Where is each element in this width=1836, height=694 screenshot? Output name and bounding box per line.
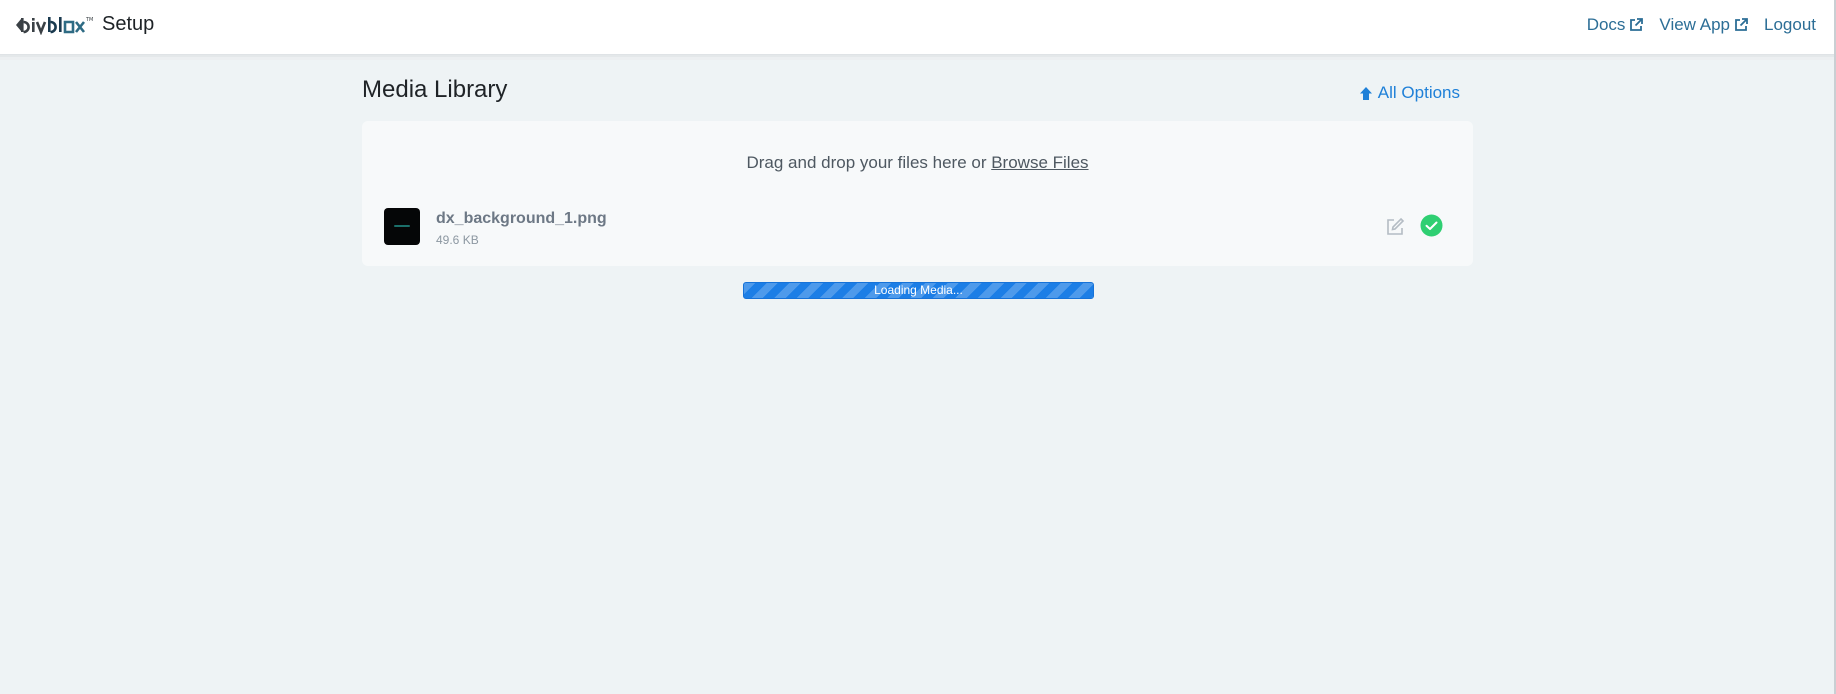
page-title: Media Library xyxy=(362,76,508,103)
arrow-up-icon xyxy=(1359,86,1372,100)
thumbnail-logo-mark xyxy=(394,225,410,227)
edit-file-button[interactable] xyxy=(1384,216,1406,238)
loading-progress-bar: Loading Media... xyxy=(743,282,1094,299)
view-app-link[interactable]: View App xyxy=(1659,15,1748,35)
logout-link[interactable]: Logout xyxy=(1764,15,1816,35)
all-options-link[interactable]: All Options xyxy=(1359,83,1460,103)
edit-icon xyxy=(1387,217,1405,235)
svg-text:TM: TM xyxy=(85,17,93,23)
drop-hint-text: Drag and drop your files here or xyxy=(746,153,992,172)
file-size: 49.6 KB xyxy=(436,233,479,247)
check-circle-icon xyxy=(1420,214,1443,237)
nav-links: Docs View App Logout xyxy=(1571,15,1816,35)
docs-link-label: Docs xyxy=(1586,15,1626,34)
logout-link-label: Logout xyxy=(1764,15,1816,34)
top-navbar: TM Setup Docs View App Logout xyxy=(0,0,1834,55)
external-link-icon xyxy=(1630,18,1644,31)
file-name: dx_background_1.png xyxy=(436,210,607,227)
brand[interactable]: TM Setup xyxy=(14,12,154,36)
external-link-icon xyxy=(1735,18,1748,31)
divblox-logo: TM xyxy=(16,17,93,35)
all-options-label: All Options xyxy=(1377,83,1460,102)
browse-files-link[interactable]: Browse Files xyxy=(991,153,1088,172)
drop-hint: Drag and drop your files here or Browse … xyxy=(362,153,1473,173)
file-thumbnail xyxy=(384,208,420,245)
view-app-link-label: View App xyxy=(1659,15,1730,34)
loading-label: Loading Media... xyxy=(874,283,963,297)
docs-link[interactable]: Docs xyxy=(1587,15,1644,35)
brand-setup-label: Setup xyxy=(102,13,155,35)
file-dropzone[interactable]: Drag and drop your files here or Browse … xyxy=(362,121,1473,266)
upload-complete-icon xyxy=(1420,214,1443,237)
file-item: dx_background_1.png 49.6 KB xyxy=(384,208,1454,248)
